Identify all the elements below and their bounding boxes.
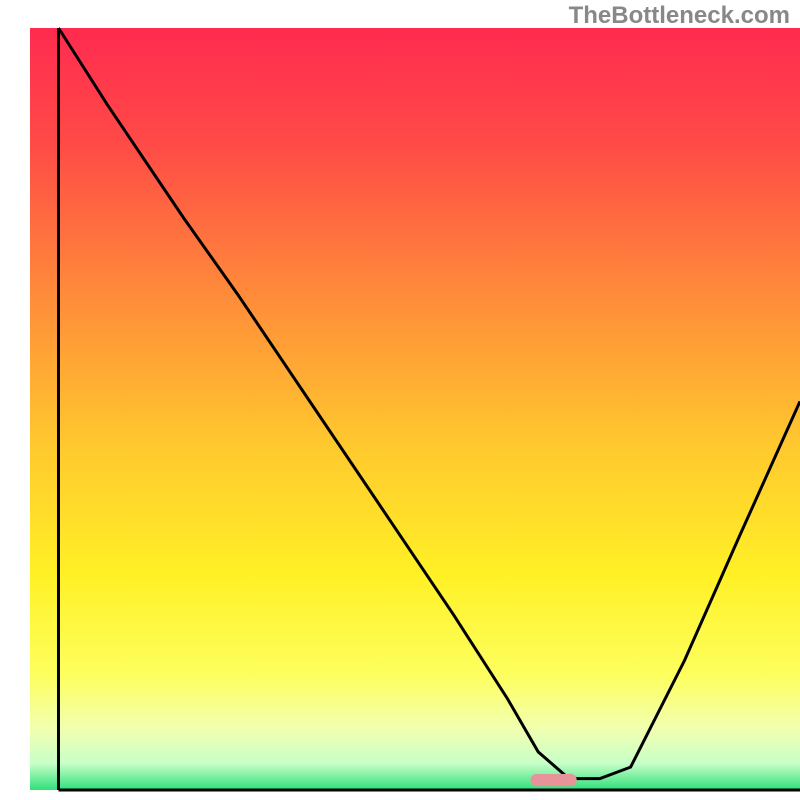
sweet-spot-marker xyxy=(531,774,577,786)
bottleneck-chart xyxy=(0,0,800,800)
chart-container: TheBottleneck.com xyxy=(0,0,800,800)
watermark-text: TheBottleneck.com xyxy=(569,2,790,30)
plot-background xyxy=(30,28,800,790)
